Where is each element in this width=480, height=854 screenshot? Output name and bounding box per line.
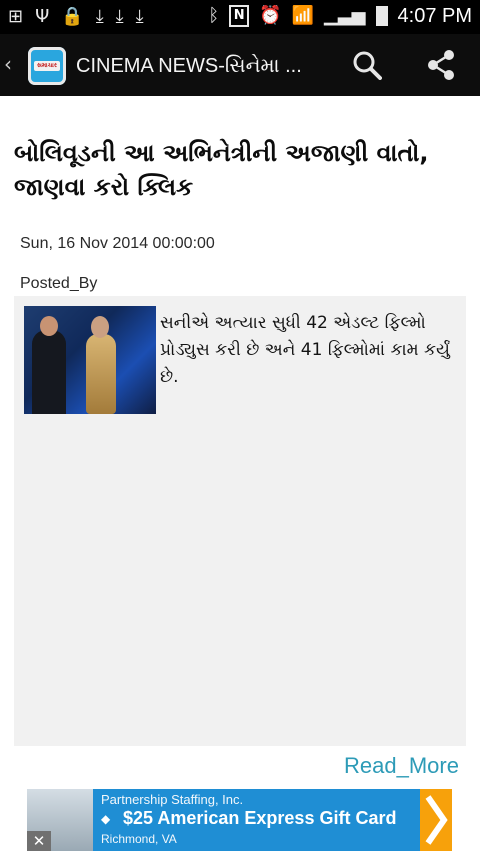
read-more-link[interactable]: Read_More bbox=[344, 753, 459, 779]
ad-location: Richmond, VA bbox=[101, 832, 177, 846]
clock: 4:07 PM bbox=[397, 5, 472, 27]
bluetooth-icon: ᛒ bbox=[208, 5, 220, 26]
wifi-icon: 📶 bbox=[291, 5, 314, 26]
status-bar: ⊞ Ψ 🔒 ⤓ ⤓ ⤓ ᛒ N ⏰ 📶 ▁▃▅ 4:07 PM bbox=[0, 0, 480, 34]
article-date: Sun, 16 Nov 2014 00:00:00 bbox=[20, 235, 215, 252]
alarm-icon: ⏰ bbox=[259, 5, 282, 26]
article-content: બોલિવૂડની આ અભિનેત્રીની અજાણી વાતો, જાણવ… bbox=[0, 96, 480, 786]
app-logo-text: સમાચાર bbox=[34, 61, 60, 71]
tag-icon: ◆ bbox=[101, 812, 111, 826]
thumbnail-figure bbox=[32, 330, 66, 414]
download-icon: ⤓ bbox=[95, 6, 104, 27]
add-box-icon: ⊞ bbox=[8, 6, 24, 27]
article-thumbnail[interactable] bbox=[24, 306, 156, 414]
chevron-right-icon bbox=[425, 795, 448, 845]
ad-headline: $25 American Express Gift Card bbox=[123, 808, 397, 828]
thumbnail-figure bbox=[91, 316, 109, 338]
screen-title: CINEMA NEWS-સિનેમા ... bbox=[76, 55, 302, 77]
posted-by-label: Posted_By bbox=[20, 275, 98, 292]
system-icons: ᛒ N ⏰ 📶 ▁▃▅ 4:07 PM bbox=[208, 4, 472, 28]
thumbnail-figure bbox=[40, 316, 58, 336]
nfc-icon: N bbox=[229, 5, 250, 27]
action-bar: ‹ સમાચાર CINEMA NEWS-સિનેમા ... bbox=[0, 34, 480, 96]
download-icon: ⤓ bbox=[135, 6, 144, 27]
battery-charging-icon bbox=[375, 6, 388, 26]
close-icon[interactable]: ✕ bbox=[27, 831, 51, 851]
ad-banner[interactable]: ✕ Partnership Staffing, Inc. ◆ $25 Ameri… bbox=[27, 789, 452, 851]
article-body: સનીએ અત્યાર સુધી 42 એડલ્ટ ફિલ્મો પ્રોડ્ય… bbox=[14, 296, 466, 746]
usb-icon: Ψ bbox=[35, 6, 50, 27]
ad-arrow-button[interactable] bbox=[420, 789, 452, 851]
app-logo-icon[interactable]: સમાચાર bbox=[28, 47, 66, 85]
ad-advertiser: Partnership Staffing, Inc. bbox=[101, 792, 244, 807]
search-icon[interactable] bbox=[352, 50, 382, 80]
share-icon[interactable] bbox=[425, 49, 457, 81]
article-headline: બોલિવૂડની આ અભિનેત્રીની અજાણી વાતો, જાણવ… bbox=[14, 139, 429, 201]
thumbnail-figure bbox=[86, 334, 116, 414]
article-summary: સનીએ અત્યાર સુધી 42 એડલ્ટ ફિલ્મો પ્રોડ્ય… bbox=[160, 313, 450, 387]
notification-icons: ⊞ Ψ 🔒 ⤓ ⤓ ⤓ bbox=[8, 6, 144, 28]
signal-icon: ▁▃▅ bbox=[323, 5, 366, 26]
download-icon: ⤓ bbox=[115, 6, 124, 27]
back-chevron-icon[interactable]: ‹ bbox=[4, 52, 12, 76]
lock-warning-icon: 🔒 bbox=[61, 6, 84, 27]
